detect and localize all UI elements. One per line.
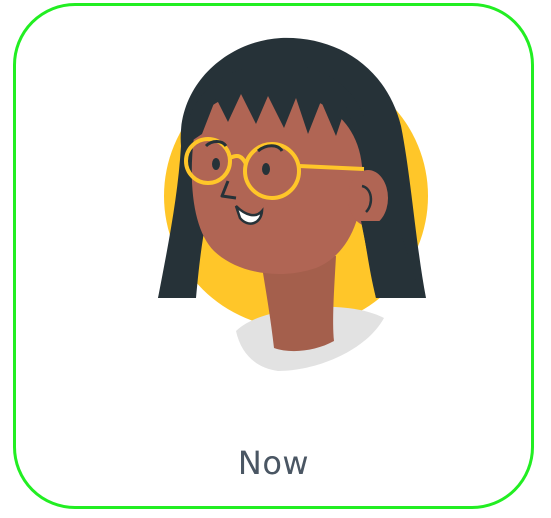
avatar-label: Now xyxy=(237,444,310,482)
woman-with-glasses-avatar-icon xyxy=(158,37,428,371)
avatar-card[interactable]: Now xyxy=(13,3,534,509)
